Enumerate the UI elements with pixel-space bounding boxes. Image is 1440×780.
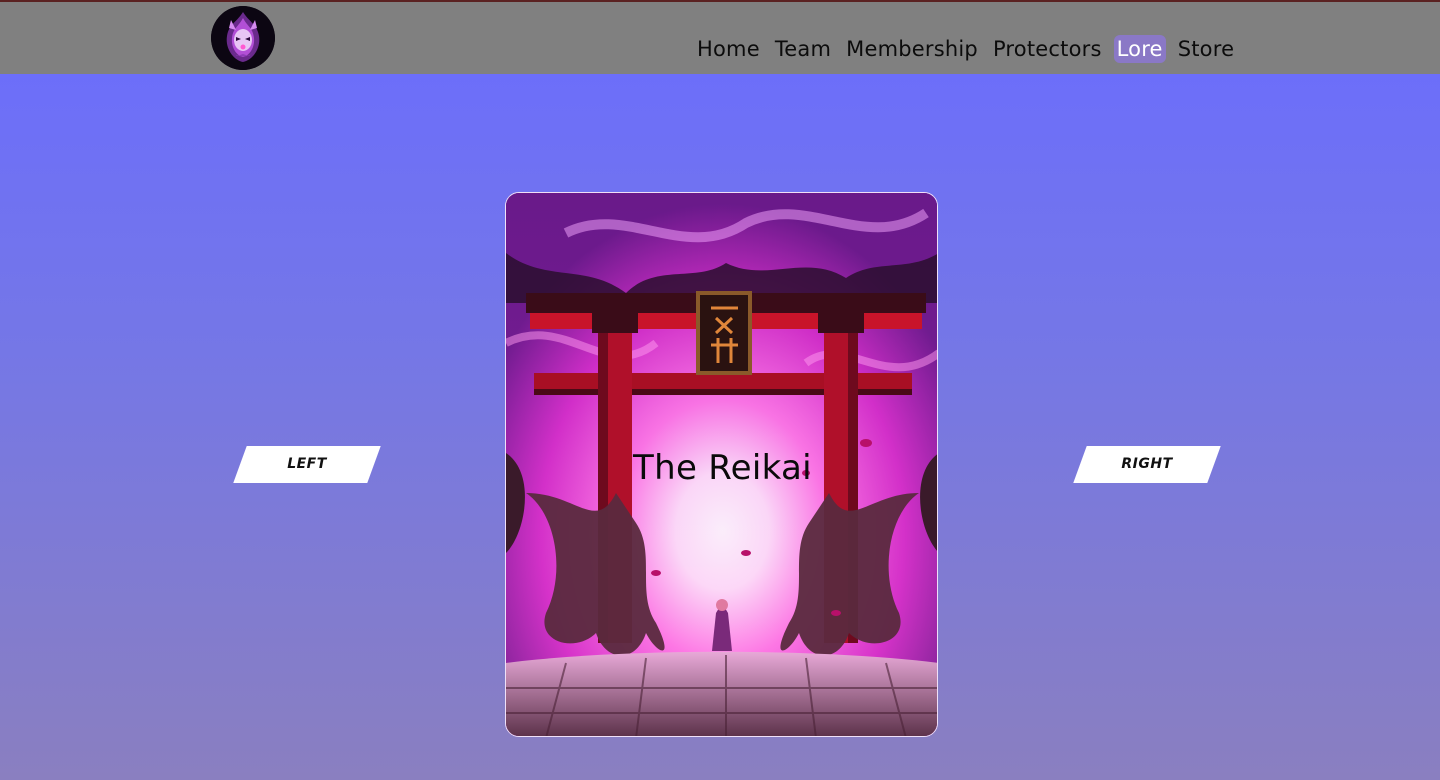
nav-item-membership[interactable]: Membership	[843, 35, 981, 63]
card-title: The Reikai	[633, 448, 812, 488]
carousel-right-button[interactable]: RIGHT	[1073, 446, 1221, 483]
flame-spirit-logo-icon[interactable]	[211, 6, 275, 70]
nav-item-home[interactable]: Home	[694, 35, 763, 63]
site-header: Home Team Membership Protectors Lore Sto…	[0, 2, 1440, 74]
lore-card[interactable]: The Reikai	[505, 192, 938, 737]
carousel-left-label: LEFT	[287, 456, 327, 472]
nav-item-team[interactable]: Team	[772, 35, 834, 63]
nav-item-protectors[interactable]: Protectors	[990, 35, 1105, 63]
carousel-right-label: RIGHT	[1121, 456, 1173, 472]
nav-item-lore[interactable]: Lore	[1113, 35, 1166, 63]
main-nav: Home Team Membership Protectors Lore Sto…	[694, 35, 1246, 63]
carousel-left-button[interactable]: LEFT	[233, 446, 381, 483]
nav-item-store[interactable]: Store	[1175, 35, 1238, 63]
